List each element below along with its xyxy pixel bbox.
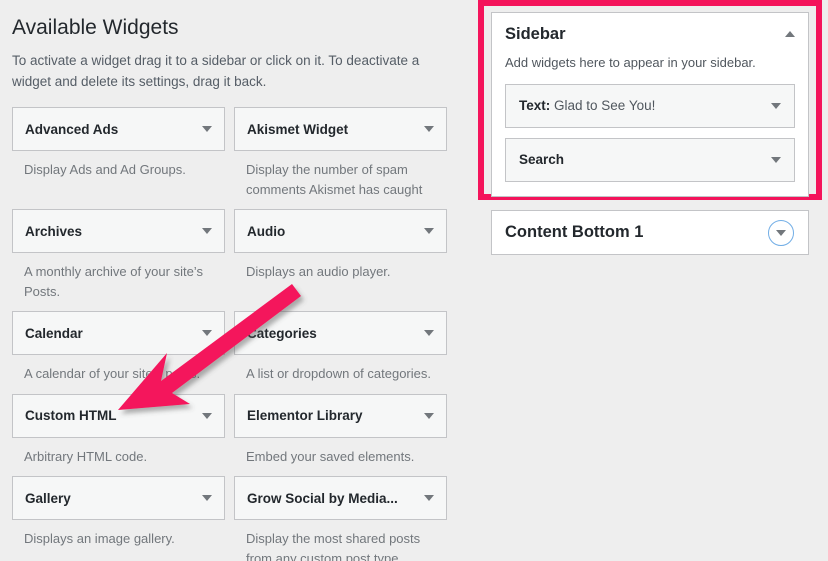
chevron-down-icon[interactable]: [424, 495, 434, 502]
widget-title: Advanced Ads: [25, 121, 119, 137]
widget-cell: Elementor Library Embed your saved eleme…: [234, 393, 447, 477]
widget-cell: Custom HTML Arbitrary HTML code.: [12, 393, 225, 477]
widget-categories[interactable]: Categories: [234, 311, 447, 356]
sidebar-widget-prefix: Search: [519, 152, 565, 168]
widget-description: Displays an audio player.: [246, 264, 391, 280]
widget-cell: Advanced Ads Display Ads and Ad Groups.: [12, 107, 225, 209]
chevron-down-icon[interactable]: [424, 228, 434, 235]
sidebar-panel-header[interactable]: Sidebar: [505, 25, 795, 45]
widget-cell: Audio Displays an audio player.: [234, 209, 447, 311]
chevron-down-icon[interactable]: [424, 412, 434, 419]
available-widgets-pane: Available Widgets To activate a widget d…: [0, 0, 460, 561]
widget-title: Gallery: [25, 490, 71, 506]
widget-description: Arbitrary HTML code.: [24, 448, 148, 464]
sidebar-panel-title: Content Bottom 1: [505, 223, 644, 241]
widget-title: Categories: [247, 325, 317, 341]
widget-description: Embed your saved elements.: [246, 448, 415, 464]
chevron-down-icon: [776, 229, 786, 236]
widget-description: Display the most shared posts from any c…: [246, 531, 421, 561]
widget-title: Calendar: [25, 325, 83, 341]
sidebar-widget-value: Glad to See You!: [550, 98, 656, 114]
sidebar-panel-sidebar: Sidebar Add widgets here to appear in yo…: [491, 12, 809, 197]
sidebar-panel-description: Add widgets here to appear in your sideb…: [505, 54, 756, 70]
widget-cell: Gallery Displays an image gallery.: [12, 476, 225, 561]
widget-advanced-ads[interactable]: Advanced Ads: [12, 107, 225, 152]
sidebar-widget-search[interactable]: Search: [505, 137, 795, 182]
chevron-down-icon[interactable]: [202, 228, 212, 235]
widget-title: Archives: [25, 223, 83, 239]
widget-description: Display Ads and Ad Groups.: [24, 162, 186, 178]
chevron-down-icon[interactable]: [424, 126, 434, 133]
sidebar-widget-prefix: Text:: [519, 98, 551, 114]
widget-cell: Calendar A calendar of your site’s posts…: [12, 311, 225, 394]
widget-description: Display the number of spam comments Akis…: [246, 162, 423, 197]
page-description: To activate a widget drag it to a sideba…: [12, 53, 420, 90]
expand-toggle-button[interactable]: [768, 219, 794, 246]
widget-gallery[interactable]: Gallery: [12, 476, 225, 521]
sidebar-panel-title: Sidebar: [505, 25, 566, 43]
widget-calendar[interactable]: Calendar: [12, 311, 225, 356]
widget-description: A list or dropdown of categories.: [246, 366, 431, 382]
widget-grow-social-by-mediavine[interactable]: Grow Social by Media...: [234, 476, 447, 521]
widget-description: Displays an image gallery.: [24, 531, 175, 547]
widget-title: Elementor Library: [247, 408, 363, 424]
page-title: Available Widgets: [12, 16, 179, 39]
widget-cell: Archives A monthly archive of your site’…: [12, 209, 225, 311]
chevron-down-icon[interactable]: [771, 156, 781, 163]
widget-title: Grow Social by Media...: [247, 490, 398, 506]
chevron-down-icon[interactable]: [771, 102, 781, 109]
chevron-up-icon[interactable]: [785, 31, 795, 37]
available-widgets-grid: Advanced Ads Display Ads and Ad Groups. …: [12, 107, 448, 561]
widget-akismet-widget[interactable]: Akismet Widget: [234, 107, 447, 152]
sidebars-pane: Sidebar Add widgets here to appear in yo…: [478, 0, 828, 561]
sidebar-panel-content-bottom-1[interactable]: Content Bottom 1: [491, 210, 809, 255]
chevron-down-icon[interactable]: [424, 330, 434, 337]
sidebar-assigned-widgets: Text: Glad to See You! Search: [505, 83, 795, 182]
chevron-down-icon[interactable]: [202, 495, 212, 502]
widget-audio[interactable]: Audio: [234, 209, 447, 254]
sidebar-widget-label: Text: Glad to See You!: [519, 98, 655, 113]
widget-cell: Akismet Widget Display the number of spa…: [234, 107, 447, 209]
widget-elementor-library[interactable]: Elementor Library: [234, 393, 447, 438]
widget-title: Akismet Widget: [247, 121, 349, 137]
widget-description: A monthly archive of your site’s Posts.: [24, 264, 203, 299]
chevron-down-icon[interactable]: [202, 330, 212, 337]
widget-cell: Categories A list or dropdown of categor…: [234, 311, 447, 394]
widget-custom-html[interactable]: Custom HTML: [12, 393, 225, 438]
widget-cell: Grow Social by Media... Display the most…: [234, 476, 447, 561]
widget-title: Custom HTML: [25, 408, 117, 424]
sidebar-widget-label: Search: [519, 152, 564, 167]
chevron-down-icon[interactable]: [202, 412, 212, 419]
widget-description: A calendar of your site’s posts.: [24, 366, 201, 382]
chevron-down-icon[interactable]: [202, 126, 212, 133]
sidebar-widget-text[interactable]: Text: Glad to See You!: [505, 83, 795, 128]
widget-archives[interactable]: Archives: [12, 209, 225, 254]
widget-title: Audio: [247, 223, 286, 239]
